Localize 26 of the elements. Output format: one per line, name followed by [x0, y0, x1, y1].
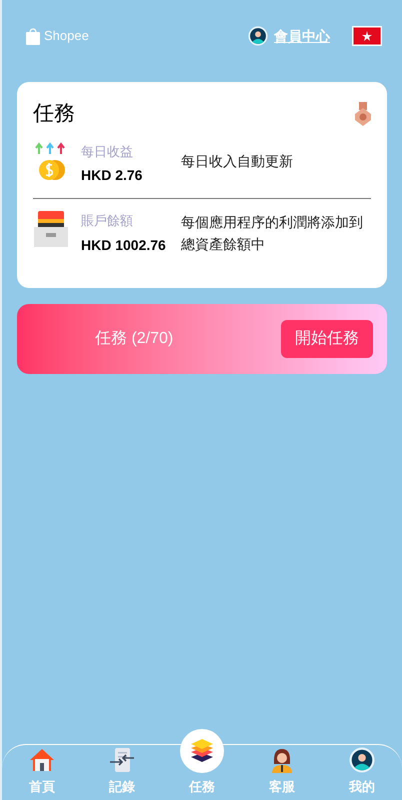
stat-value: HKD 2.76 [81, 166, 144, 185]
house-icon [29, 746, 55, 772]
nav-tab[interactable]: 首頁 [12, 746, 72, 796]
nav-tab[interactable]: 我的 [332, 746, 392, 796]
stat-note: 每日收入自動更新 [181, 152, 294, 170]
stat-label: 每日收益 [81, 142, 134, 160]
avatar-icon [248, 26, 268, 46]
drawer-icon [34, 211, 68, 247]
nav-tab[interactable]: 記錄 [92, 746, 152, 796]
document-transfer-icon [109, 746, 135, 772]
layers-icon [189, 738, 215, 764]
stat-label: 賬戶餘額 [81, 212, 134, 230]
brand-name: Shopee [44, 27, 89, 46]
task-count: 任務 (2/70) [95, 328, 174, 348]
flag-icon [352, 26, 382, 46]
stat-note: 每個應用程序的利潤將添加到總資產餘額中 [181, 213, 364, 254]
start-task-button[interactable]: 開始任務 [281, 320, 373, 358]
stat-value: HKD 1002.76 [81, 236, 167, 254]
support-agent-icon [269, 746, 295, 772]
shopping-bag-icon [26, 28, 40, 44]
nav-tab[interactable]: 客服 [252, 746, 312, 796]
member-center-link[interactable]: 會員中心 [274, 26, 330, 46]
card-title: 任務 [33, 101, 75, 127]
medal-icon [355, 102, 371, 126]
nav-tab[interactable]: 任務 [172, 728, 232, 796]
avatar-icon [349, 746, 375, 772]
